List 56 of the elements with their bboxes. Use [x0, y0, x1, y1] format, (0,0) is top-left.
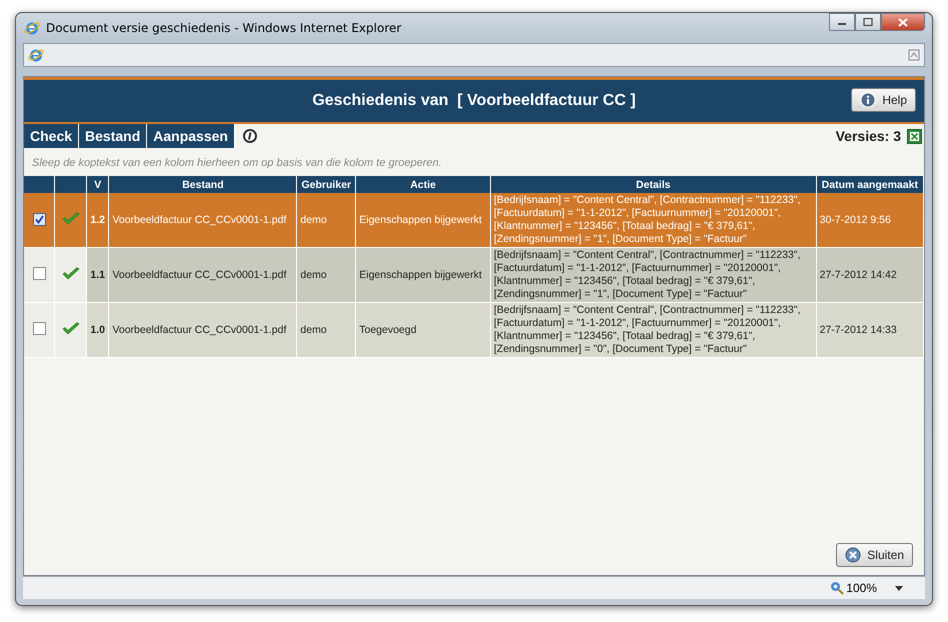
table-row[interactable]: [24, 248, 924, 302]
details-cell-text: [Bedrijfsnaam] = "Content Central", [Contractnummer] = "112233", [Factuurdatum] = "1-1-2012", [Factuurnummer] = "20120001", [Klantnummer] = "123456", [Totaal bedrag] = "€ 379,61", [Zendingsnummer] = "1", [Document Type] = "Factuur": [494, 249, 802, 301]
user-cell: demo: [300, 214, 327, 226]
menu-tab[interactable]: Bestand: [79, 124, 148, 148]
action-cell: Eigenschappen bijgewerkt: [359, 269, 482, 281]
column-header[interactable]: Actie: [356, 176, 490, 193]
date-cell: 27-7-2012 14:33: [820, 324, 897, 336]
file-cell: Voorbeeldfactuur CC_CCv0001-1.pdf: [112, 214, 286, 226]
menu-tab[interactable]: Aanpassen: [147, 124, 235, 148]
menu-tab[interactable]: Check: [24, 124, 80, 148]
column-header[interactable]: Gebruiker: [296, 176, 356, 193]
compatibility-icon[interactable]: [908, 49, 920, 61]
maximize-icon: [863, 18, 873, 26]
close-icon: [898, 18, 908, 26]
maximize-button[interactable]: [855, 13, 881, 31]
info-icon: [860, 92, 876, 108]
page-icon: [28, 47, 44, 63]
checkmark-icon: [62, 212, 80, 226]
zoom-level[interactable]: 100%: [830, 581, 877, 595]
checkmark-icon: [62, 322, 80, 336]
user-cell: demo: [300, 269, 327, 281]
page-title: Geschiedenis van [ Voorbeeldfactuur CC ]: [312, 92, 636, 110]
column-header[interactable]: Datum aangemaakt: [816, 176, 924, 193]
user-cell: demo: [300, 324, 327, 336]
column-header[interactable]: Details: [490, 176, 816, 193]
action-cell: Eigenschappen bijgewerkt: [359, 214, 482, 226]
date-cell: 30-7-2012 9:56: [820, 214, 891, 226]
row-checkbox[interactable]: [32, 267, 46, 280]
zoom-icon: [830, 581, 844, 595]
close-button[interactable]: [881, 13, 925, 31]
column-header[interactable]: V: [86, 176, 109, 193]
row-checkbox[interactable]: [32, 213, 46, 226]
window-title: Document versie geschiedenis - Windows Internet Explorer: [46, 21, 402, 35]
date-cell: 27-7-2012 14:42: [820, 269, 897, 281]
details-cell-text: [Bedrijfsnaam] = "Content Central", [Contractnummer] = "112233", [Factuurdatum] = "1-1-2012", [Factuurnummer] = "20120001", [Klantnummer] = "123456", [Totaal bedrag] = "€ 379,61", [Zendingsnummer] = "0", [Document Type] = "Factuur": [494, 304, 802, 356]
info-icon[interactable]: [242, 128, 258, 144]
group-hint: Sleep de koptekst van een kolom hierheen om op basis van die kolom te groeperen.: [31, 156, 443, 171]
browser-logo-icon: [24, 20, 40, 36]
details-cell-text: [Bedrijfsnaam] = "Content Central", [Contractnummer] = "112233", [Factuurdatum] = "1-1-2012", [Factuurnummer] = "20120001", [Klantnummer] = "123456", [Totaal bedrag] = "€ 379,61", [Zendingsnummer] = "1", [Document Type] = "Factuur": [494, 194, 802, 246]
checkmark-icon: [62, 266, 80, 280]
close-icon: [845, 547, 862, 563]
excel-export-icon[interactable]: [907, 128, 922, 144]
table-row[interactable]: [24, 302, 924, 358]
file-cell: Voorbeeldfactuur CC_CCv0001-1.pdf: [112, 324, 286, 336]
column-header[interactable]: Bestand: [108, 176, 297, 193]
dropdown-arrow-icon[interactable]: [895, 586, 903, 590]
minimize-button[interactable]: [829, 13, 855, 31]
version-cell: 1.2: [90, 214, 106, 226]
file-cell: Voorbeeldfactuur CC_CCv0001-1.pdf: [112, 269, 286, 281]
close-dialog-button[interactable]: Sluiten: [836, 543, 913, 567]
version-cell: 1.0: [90, 324, 106, 336]
version-cell: 1.1: [90, 269, 106, 281]
row-checkbox[interactable]: [32, 322, 46, 335]
versions-count: Versies: 3: [836, 128, 901, 144]
help-button[interactable]: Help: [851, 88, 916, 112]
action-cell: Toegevoegd: [359, 324, 416, 336]
